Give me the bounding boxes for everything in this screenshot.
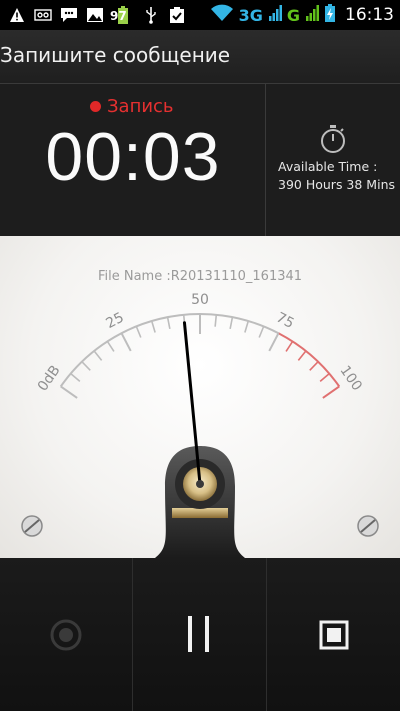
scale-label: 75 [273,310,296,332]
pause-icon [188,616,209,652]
scale-tick [244,320,250,333]
scale-label: 0dB [35,363,64,395]
scale-label: 50 [191,292,209,308]
available-time-label: Available Time : [278,159,378,174]
recording-status: Запись [90,96,174,117]
available-time-value: 390 Hours 38 Mins [278,177,395,192]
warning-icon [8,6,26,24]
needle-pivot [196,480,204,488]
check-icon [168,6,186,24]
stopwatch-icon [319,124,347,158]
battery-icon [324,3,336,27]
elapsed-timer: 00:03 [45,119,221,195]
scale-tick [120,332,132,352]
pause-button[interactable] [134,558,267,711]
stop-button[interactable] [267,558,400,711]
scale-tick [214,314,218,327]
scale-tick [309,361,319,371]
timer-section: Запись 00:03 [0,84,266,236]
scale-tick [285,340,294,352]
scale-tick [93,350,103,361]
scale-tick [70,372,81,382]
scale-arc-peak [278,332,341,388]
recording-info-panel: Запись 00:03 Available Time : 390 Hours … [0,84,400,236]
signal-bars-icon [268,4,282,26]
signal-bars-2-icon [305,4,319,26]
scale-tick [166,316,171,330]
recording-status-label: Запись [107,96,174,117]
screw-right-icon [357,515,379,537]
scale-label: 25 [103,310,126,332]
status-bar: 97 3G G 16:13 [0,0,400,30]
record-icon [50,619,82,651]
stop-icon [319,620,349,650]
scale-tick [297,350,307,361]
battery-saver-icon: 97 [110,6,134,24]
scale-tick [81,361,91,371]
status-clock: 16:13 [345,5,394,25]
control-bar [0,558,400,711]
title-bar: Запишите сообщение [0,30,400,84]
scale-tick [60,385,78,399]
network-type-2: G [286,5,300,25]
wifi-icon [210,4,234,26]
recording-dot-icon [90,101,101,112]
chat-icon [60,6,78,24]
voicemail-icon [34,6,52,24]
meter-graphic: 0dB 25 50 75 100 [21,292,379,558]
usb-icon [142,6,160,24]
available-time-section: Available Time : 390 Hours 38 Mins [267,84,400,236]
scale-tick [322,385,340,399]
scale-tick [258,326,265,338]
page-title: Запишите сообщение [0,43,231,67]
scale-tick [319,372,330,382]
screw-left-icon [21,515,43,537]
scale-tick [150,320,156,333]
record-button[interactable] [0,558,133,711]
scale-tick [229,316,234,330]
gold-band [172,508,228,518]
image-icon [86,6,104,24]
scale-tick [268,332,280,352]
scale-label: 100 [337,363,365,394]
network-type-1: 3G [238,5,263,25]
vu-meter: File Name :R20131110_161341 0dB 25 50 75 100 [0,236,400,558]
scale-tick [135,326,142,338]
scale-tick [106,340,115,352]
